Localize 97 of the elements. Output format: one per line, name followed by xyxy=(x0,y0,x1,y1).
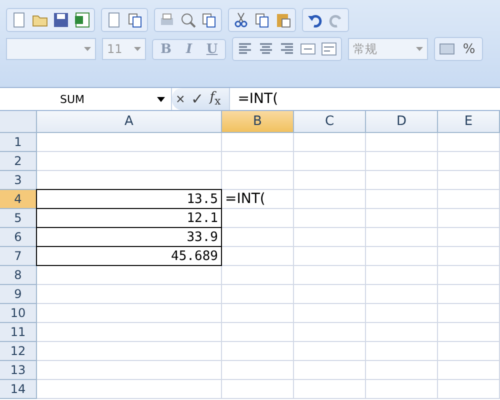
table-cell xyxy=(438,380,500,399)
save-icon[interactable] xyxy=(52,11,70,29)
clipboard-icon[interactable] xyxy=(274,11,292,29)
caret-icon xyxy=(157,96,165,102)
table-cell xyxy=(294,285,366,304)
formula-field[interactable]: =INT( xyxy=(230,88,500,110)
table-cell xyxy=(366,266,438,285)
table-cell xyxy=(222,171,294,190)
column-header[interactable]: D xyxy=(366,111,438,133)
table-cell xyxy=(222,304,294,323)
row-header[interactable]: 12 xyxy=(0,342,37,361)
table-cell xyxy=(366,323,438,342)
table-cell xyxy=(366,380,438,399)
caret-icon xyxy=(416,47,423,51)
table-cell xyxy=(366,285,438,304)
table-cell xyxy=(294,133,366,152)
column-header[interactable]: C xyxy=(294,111,366,133)
table-cell xyxy=(366,209,438,228)
row-header[interactable]: 2 xyxy=(0,152,37,171)
table-cell xyxy=(366,228,438,247)
caret-icon xyxy=(84,47,91,51)
table-cell xyxy=(222,209,294,228)
table-cell xyxy=(222,342,294,361)
table-cell xyxy=(294,342,366,361)
scissors-icon[interactable] xyxy=(232,11,250,29)
table-cell xyxy=(366,342,438,361)
table-cell xyxy=(222,133,294,152)
table-cell xyxy=(438,171,500,190)
table-cell xyxy=(294,266,366,285)
table-cell xyxy=(294,209,366,228)
row-header[interactable]: 7 xyxy=(0,247,37,266)
table-cell xyxy=(438,133,500,152)
row-header[interactable]: 11 xyxy=(0,323,37,342)
caret-icon xyxy=(134,47,141,51)
table-cell xyxy=(222,380,294,399)
row-header[interactable]: 10 xyxy=(0,304,37,323)
table-cell xyxy=(366,304,438,323)
table-cell xyxy=(438,152,500,171)
table-cell xyxy=(294,190,366,209)
table-cell xyxy=(222,285,294,304)
table-cell xyxy=(222,247,294,266)
table-cell xyxy=(438,228,500,247)
table-cell xyxy=(222,228,294,247)
table-cell xyxy=(222,266,294,285)
copy-icon[interactable] xyxy=(253,11,271,29)
table-cell xyxy=(366,152,438,171)
row-header[interactable]: 14 xyxy=(0,380,37,399)
cancel-button[interactable]: × xyxy=(176,90,185,108)
magnifier-icon[interactable] xyxy=(179,11,197,29)
table-cell: 33.9 xyxy=(36,227,222,247)
table-cell: 12.1 xyxy=(36,208,222,228)
table-cell xyxy=(294,323,366,342)
table-cell xyxy=(438,247,500,266)
table-cell xyxy=(294,304,366,323)
column-header[interactable]: E xyxy=(438,111,500,133)
row-header[interactable]: 6 xyxy=(0,228,37,247)
table-cell xyxy=(294,152,366,171)
table-cell xyxy=(438,266,500,285)
row-header[interactable]: 5 xyxy=(0,209,37,228)
percent-button[interactable]: % xyxy=(459,40,479,58)
table-cell xyxy=(438,342,500,361)
column-header[interactable]: B xyxy=(222,111,294,133)
table-cell xyxy=(366,247,438,266)
row-header[interactable]: 3 xyxy=(0,171,37,190)
wrap-text-icon[interactable] xyxy=(320,40,338,58)
table-cell xyxy=(438,190,500,209)
row-header[interactable]: 1 xyxy=(0,133,37,152)
table-cell xyxy=(294,171,366,190)
column-header[interactable]: A xyxy=(37,111,222,133)
table-cell: 13.5 xyxy=(36,189,222,209)
row-header[interactable]: 13 xyxy=(0,361,37,380)
table-cell xyxy=(438,323,500,342)
copy-icon[interactable] xyxy=(126,11,144,29)
table-cell xyxy=(222,152,294,171)
table-cell xyxy=(294,247,366,266)
table-cell xyxy=(222,323,294,342)
table-cell xyxy=(438,285,500,304)
table-cell xyxy=(438,209,500,228)
table-cell xyxy=(366,171,438,190)
row-header[interactable]: 9 xyxy=(0,285,37,304)
insert-function-button[interactable]: f$_{x}$ xyxy=(210,90,221,108)
spreadsheet-icon[interactable] xyxy=(73,11,91,29)
table-cell xyxy=(294,361,366,380)
table-cell xyxy=(294,380,366,399)
table-cell xyxy=(366,133,438,152)
copy-icon[interactable] xyxy=(200,11,218,29)
table-cell xyxy=(366,361,438,380)
table-cell xyxy=(366,190,438,209)
table-cell xyxy=(222,361,294,380)
active-cell[interactable]: =INT( xyxy=(222,190,294,209)
row-header[interactable]: 4 xyxy=(0,190,37,209)
enter-button[interactable]: ✓ xyxy=(190,90,204,108)
row-header[interactable]: 8 xyxy=(0,266,37,285)
table-cell xyxy=(438,361,500,380)
table-cell xyxy=(294,228,366,247)
table-cell: 45.689 xyxy=(36,246,222,266)
table-cell xyxy=(438,304,500,323)
